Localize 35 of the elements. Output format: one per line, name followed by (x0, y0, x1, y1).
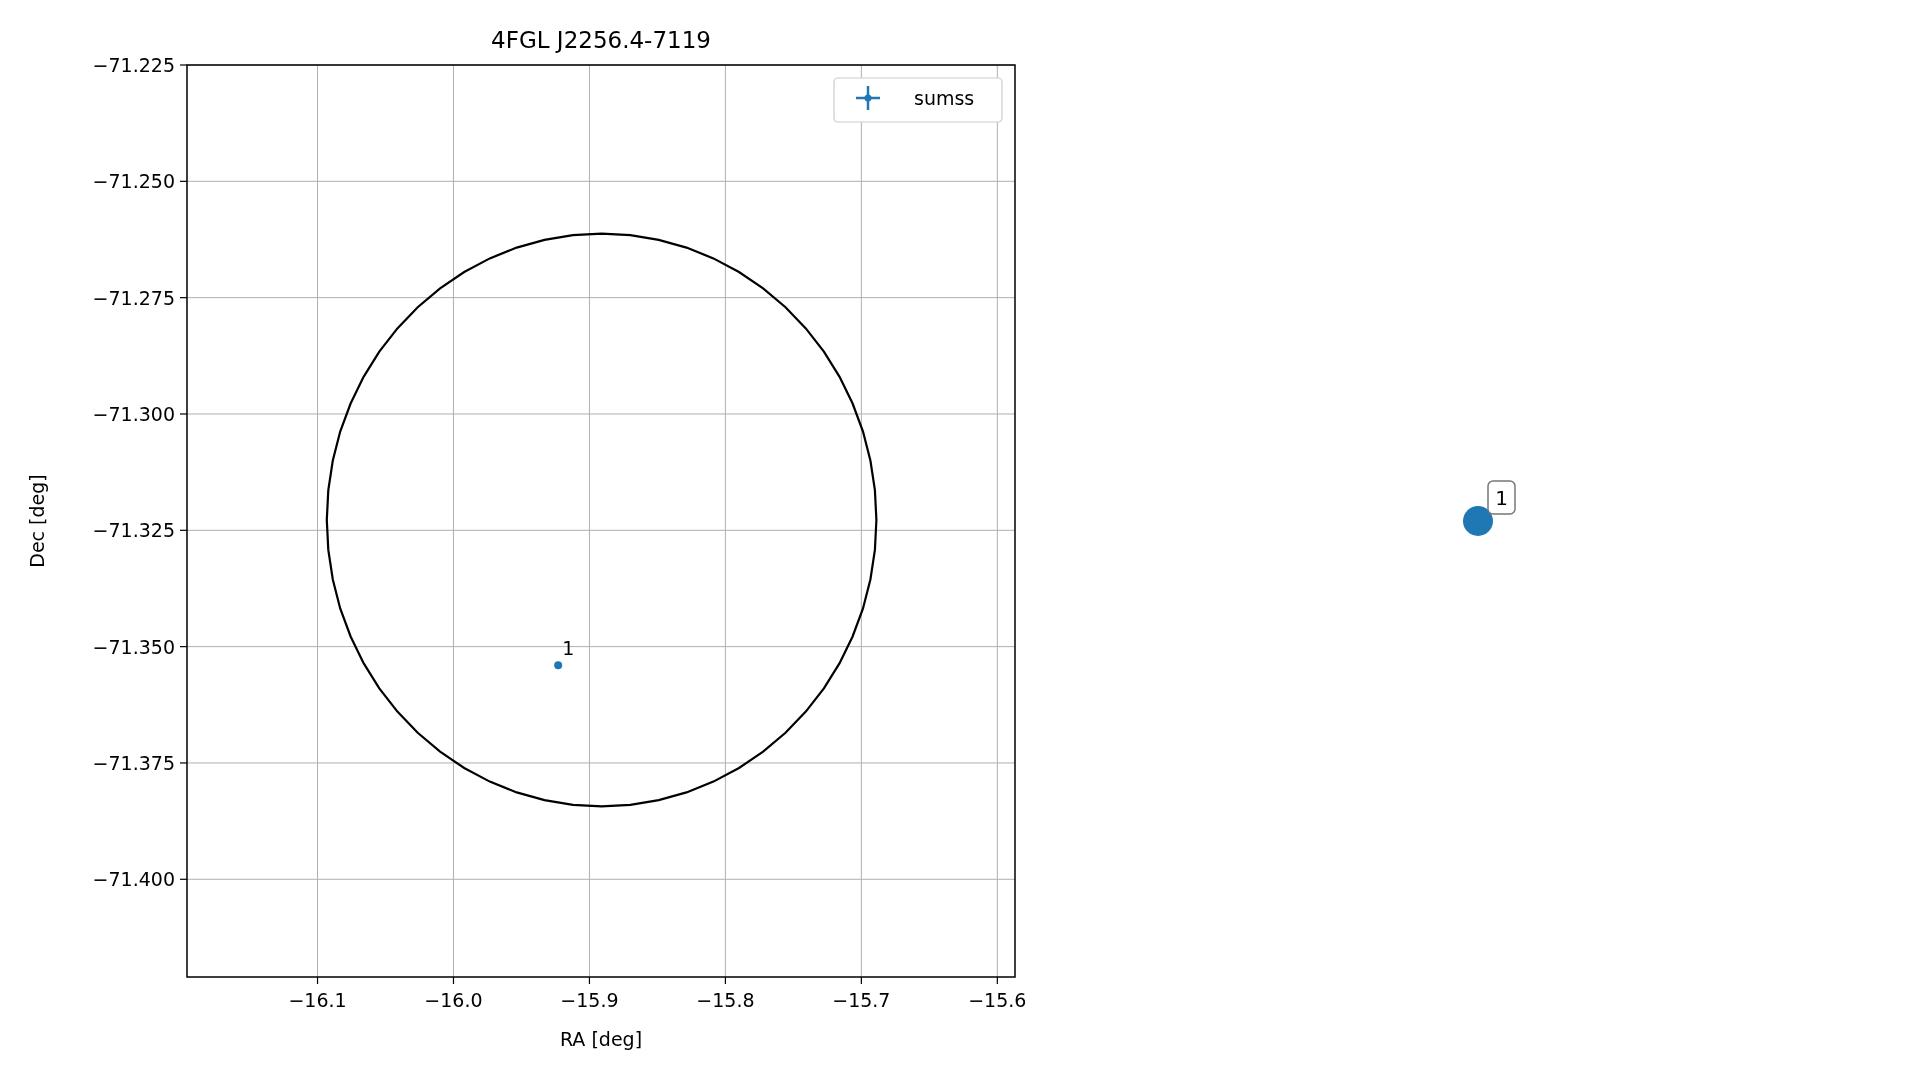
x-tick-label: −15.7 (832, 989, 891, 1011)
y-tick-mark (179, 529, 188, 531)
x-tick-mark (588, 976, 591, 985)
chart-title: 4FGL J2256.4-7119 (491, 27, 711, 53)
x-axis-label: RA [deg] (559, 1028, 643, 1050)
x-tick-label: −15.9 (560, 989, 619, 1011)
y-axis-label: Dec [deg] (26, 474, 48, 568)
y-tick-label: −71.300 (92, 403, 175, 425)
x-tick-label: −16.1 (288, 989, 347, 1011)
y-tick-mark (179, 297, 188, 299)
x-tick-mark (996, 976, 998, 985)
y-tick-mark (179, 878, 188, 880)
y-tick-label: −71.250 (92, 170, 175, 193)
x-tick-label: −16.0 (424, 989, 483, 1011)
x-tick-label: −15.8 (696, 989, 755, 1011)
x-tick-mark (724, 976, 726, 985)
y-tick-mark (179, 762, 188, 764)
y-tick-label: −71.225 (92, 54, 175, 76)
y-tick-label: −71.275 (92, 286, 175, 309)
y-tick-mark (179, 413, 188, 415)
y-tick-label: −71.400 (92, 868, 175, 891)
point-label: 1 (562, 637, 575, 660)
y-tick-mark (179, 64, 188, 66)
x-tick-mark (316, 976, 319, 985)
y-tick-mark (179, 646, 188, 648)
y-tick-mark (179, 180, 188, 182)
y-tick-label: −71.350 (92, 635, 175, 658)
x-tick-mark (860, 976, 862, 985)
annotation-label: 1 (1495, 486, 1508, 510)
x-tick-label: −15.6 (968, 989, 1027, 1011)
y-tick-label: −71.325 (92, 519, 175, 542)
x-tick-mark (452, 976, 455, 985)
annotation-box (1487, 480, 1516, 515)
y-tick-label: −71.375 (92, 751, 175, 774)
legend-label: sumss (914, 87, 975, 109)
